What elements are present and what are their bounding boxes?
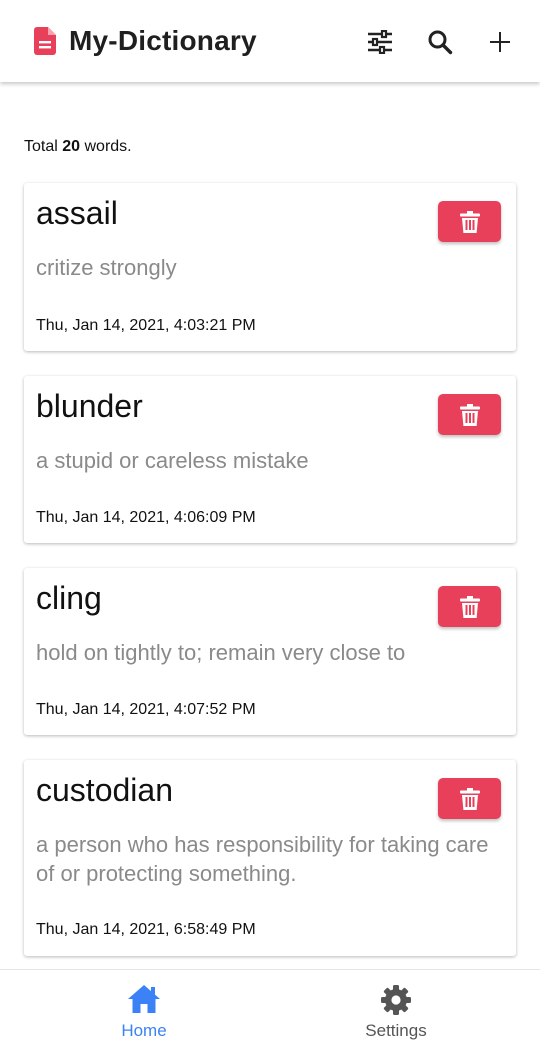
add-word-button[interactable]: [480, 22, 520, 62]
total-words-summary: Total 20 words.: [24, 138, 132, 156]
sliders-icon: [368, 30, 392, 54]
app-bar: My-Dictionary: [0, 0, 540, 82]
word-meaning: a stupid or careless mistake: [36, 448, 309, 473]
search-button[interactable]: [420, 22, 460, 62]
app-title: My-Dictionary: [69, 25, 257, 56]
word-date: Thu, Jan 14, 2021, 4:03:21 PM: [36, 317, 256, 334]
bottom-navigation: Home Settings: [0, 969, 540, 1061]
word-title: cling: [36, 580, 102, 616]
filter-button[interactable]: [360, 22, 400, 62]
delete-button[interactable]: [438, 586, 501, 627]
word-card[interactable]: blunder a stupid or careless mistake Thu…: [24, 376, 516, 543]
delete-button[interactable]: [438, 778, 501, 819]
home-icon: [128, 985, 160, 1013]
word-meaning: hold on tightly to; remain very close to: [36, 640, 406, 665]
nav-settings[interactable]: Settings: [261, 970, 531, 1061]
word-list-area[interactable]: Total 20 words. assail critize strongly …: [0, 82, 540, 969]
total-count: 20: [62, 138, 81, 155]
delete-button[interactable]: [438, 394, 501, 435]
trash-icon: [459, 787, 480, 810]
trash-icon: [459, 403, 480, 426]
word-date: Thu, Jan 14, 2021, 4:06:09 PM: [36, 509, 256, 526]
nav-settings-label: Settings: [365, 1021, 427, 1040]
trash-icon: [459, 595, 480, 618]
total-suffix: words.: [84, 138, 132, 155]
toolbar-actions: [340, 22, 520, 62]
document-icon: [34, 27, 56, 55]
word-date: Thu, Jan 14, 2021, 6:58:49 PM: [36, 921, 256, 938]
word-title: blunder: [36, 388, 143, 424]
word-title: assail: [36, 195, 118, 231]
word-card[interactable]: assail critize strongly Thu, Jan 14, 202…: [24, 183, 516, 351]
word-title: custodian: [36, 772, 173, 808]
word-date: Thu, Jan 14, 2021, 4:07:52 PM: [36, 701, 256, 718]
nav-home[interactable]: Home: [9, 970, 279, 1061]
plus-icon: [490, 32, 510, 52]
word-meaning: critize strongly: [36, 255, 177, 280]
total-prefix: Total: [24, 138, 58, 155]
nav-home-label: Home: [121, 1021, 167, 1040]
word-card[interactable]: cling hold on tightly to; remain very cl…: [24, 568, 516, 735]
word-meaning: a person who has responsibility for taki…: [36, 832, 489, 886]
search-icon: [428, 30, 453, 55]
delete-button[interactable]: [438, 201, 501, 242]
gear-icon: [381, 985, 411, 1015]
brand: My-Dictionary: [34, 25, 257, 57]
word-card[interactable]: custodian a person who has responsibilit…: [24, 760, 516, 956]
trash-icon: [459, 210, 480, 233]
